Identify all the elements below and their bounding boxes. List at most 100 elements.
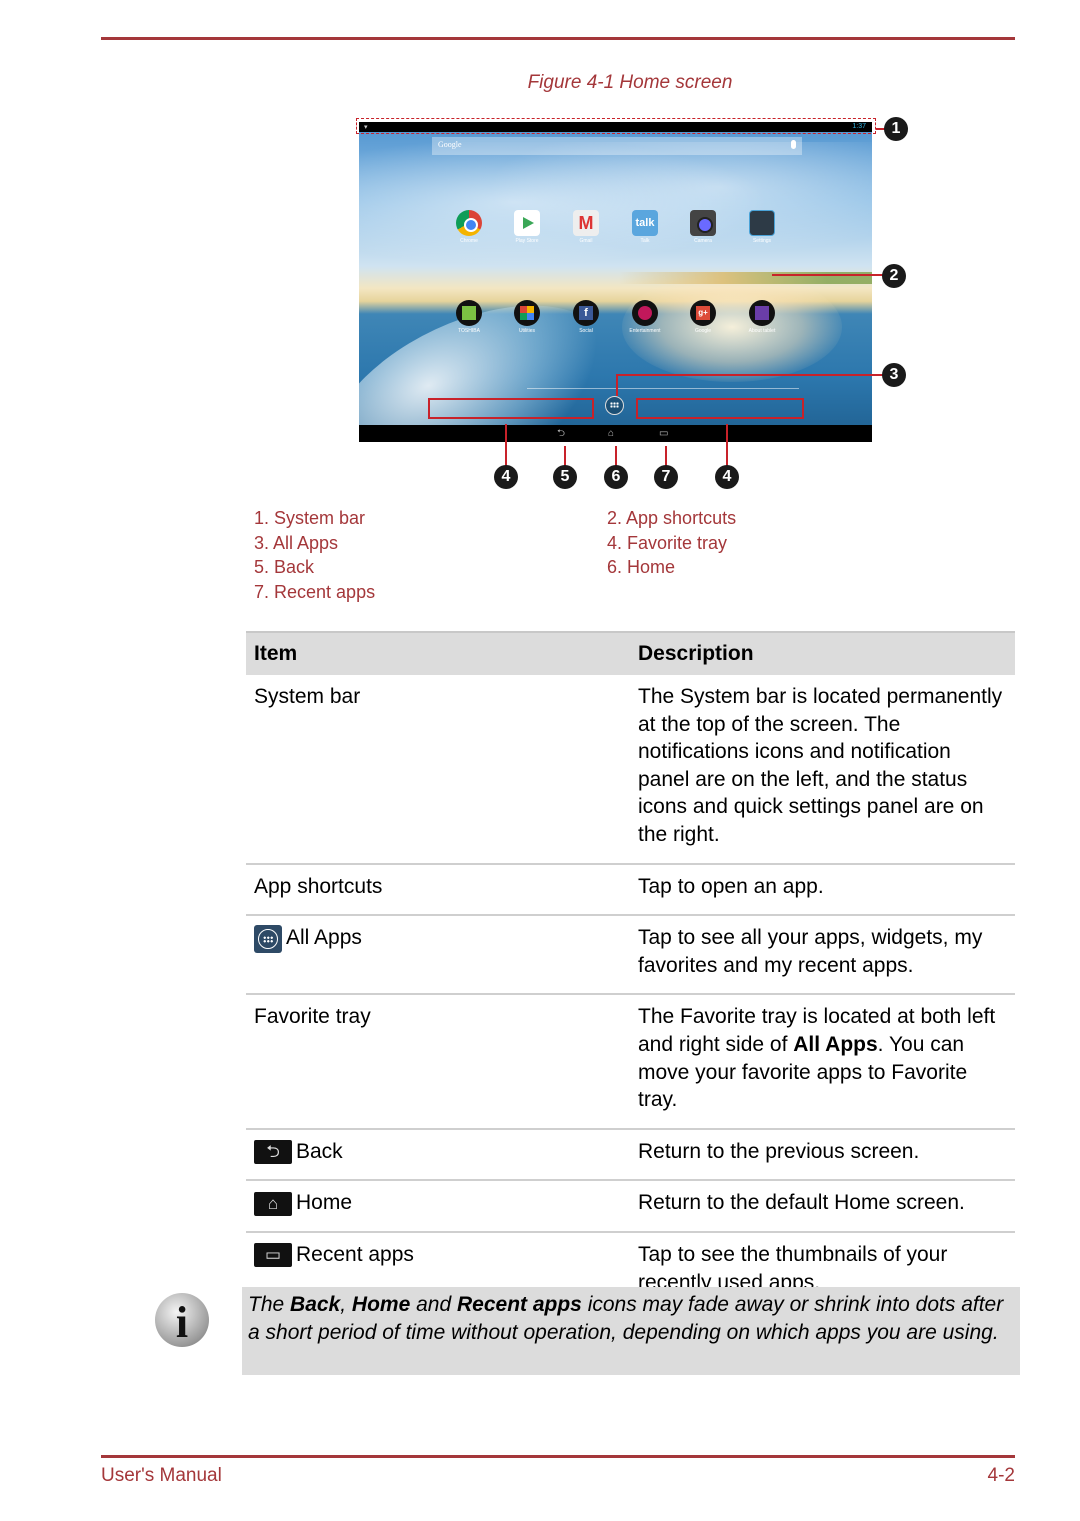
legend-item: 6. Home	[607, 557, 676, 577]
wallpaper-clouds	[359, 142, 872, 292]
item-cell: Favorite tray	[246, 994, 630, 1130]
desc-cell: Return to the previous screen.	[630, 1128, 1015, 1182]
item-cell: ⌂ Home	[246, 1180, 630, 1233]
page-number: 4-2	[987, 1465, 1015, 1486]
table-row: App shortcuts Tap to open an app.	[246, 863, 1015, 917]
item-cell: All Apps	[246, 915, 630, 996]
table-row: All Apps Tap to see all your apps, widge…	[246, 915, 1015, 996]
home-icon: ⌂	[254, 1191, 292, 1216]
app-label: TOSHIBA	[458, 328, 480, 334]
table-row: ⌂ Home Return to the default Home screen.	[246, 1180, 1015, 1233]
camera-icon	[690, 210, 716, 236]
app-label: Talk	[640, 238, 650, 244]
folder-google[interactable]: g+ Google	[683, 300, 723, 334]
google-search-bar[interactable]: Google	[432, 137, 802, 155]
settings-icon	[749, 210, 775, 236]
app-gmail[interactable]: M Gmail	[566, 210, 606, 244]
figure-caption: Figure 4-1 Home screen	[527, 72, 733, 93]
callout-1: 1	[884, 117, 908, 141]
table-header-row: Item Description	[246, 631, 1015, 675]
callout-line-4a	[505, 424, 507, 466]
desc-cell: Tap to see all your apps, widgets, my fa…	[630, 915, 1015, 996]
system-bar-highlight	[356, 118, 876, 134]
desc-cell: Return to the default Home screen.	[630, 1180, 1015, 1233]
app-talk[interactable]: talk Talk	[625, 210, 665, 244]
app-label: Chrome	[460, 238, 478, 244]
app-chrome[interactable]: Chrome	[449, 210, 489, 244]
folder-social[interactable]: f Social	[566, 300, 606, 334]
item-label: Recent apps	[296, 1242, 414, 1266]
app-label: Google	[694, 328, 712, 334]
item-cell: ⮌ Back	[246, 1128, 630, 1182]
gmail-icon: M	[573, 210, 599, 236]
app-label: Gmail	[579, 238, 593, 244]
search-label: Google	[438, 140, 462, 149]
callout-line-2	[772, 274, 884, 276]
legend-col-left: 1. System bar 3. All Apps 5. Back 7. Rec…	[254, 506, 375, 604]
back-icon[interactable]: ⮌	[557, 429, 565, 439]
app-label: Settings	[752, 238, 772, 244]
talk-icon: talk	[632, 210, 658, 236]
legend-item: 2. App shortcuts	[607, 508, 737, 528]
all-apps-icon	[254, 924, 282, 953]
app-camera[interactable]: Camera	[683, 210, 723, 244]
all-apps-button[interactable]	[605, 396, 624, 415]
app-play-store[interactable]: Play Store	[507, 210, 547, 244]
app-label: About tablet	[748, 328, 776, 334]
header-description: Description	[630, 631, 1015, 675]
favorite-tray-right-box	[636, 398, 804, 419]
folder-icon: f	[573, 300, 599, 326]
callout-4a: 4	[494, 465, 518, 489]
legend-item: 1. System bar	[254, 508, 366, 528]
mic-icon[interactable]	[791, 140, 796, 149]
dock-divider	[527, 388, 799, 389]
recent-apps-icon[interactable]: ▭	[659, 429, 668, 439]
folder-icon	[632, 300, 658, 326]
desc-cell: The System bar is located permanently at…	[630, 675, 1015, 865]
folder-icon: g+	[690, 300, 716, 326]
home-icon[interactable]: ⌂	[608, 429, 614, 439]
item-label: Back	[296, 1139, 343, 1163]
legend-col-right: 2. App shortcuts 4. Favorite tray 6. Hom…	[607, 506, 736, 580]
app-label: Social	[579, 328, 593, 334]
item-cell: App shortcuts	[246, 863, 630, 917]
folder-icon	[456, 300, 482, 326]
callout-4b: 4	[715, 465, 739, 489]
folder-icon	[514, 300, 540, 326]
footer-rule	[101, 1455, 1015, 1458]
app-label: Utilities	[518, 328, 536, 334]
callout-7: 7	[654, 465, 678, 489]
play-store-icon	[514, 210, 540, 236]
folder-icon	[749, 300, 775, 326]
note-box: The Back, Home and Recent apps icons may…	[242, 1287, 1020, 1375]
folder-about-tablet[interactable]: About tablet	[742, 300, 782, 334]
table-row: ⮌ Back Return to the previous screen.	[246, 1128, 1015, 1182]
callout-2: 2	[882, 264, 906, 288]
callout-line-7	[665, 446, 667, 466]
legend-item: 7. Recent apps	[254, 581, 376, 602]
callout-6: 6	[604, 465, 628, 489]
legend-item: 3. All Apps	[254, 532, 339, 553]
table-row: System bar The System bar is located per…	[246, 675, 1015, 865]
desc-cell: The Favorite tray is located at both lef…	[630, 994, 1015, 1130]
callout-line-3	[616, 374, 884, 376]
folder-utilities[interactable]: Utilities	[507, 300, 547, 334]
app-settings[interactable]: Settings	[742, 210, 782, 244]
callout-5: 5	[553, 465, 577, 489]
back-icon: ⮌	[254, 1140, 292, 1165]
callout-line-5	[564, 446, 566, 466]
item-label: Home	[296, 1191, 353, 1215]
callout-line-3b	[616, 374, 618, 396]
folder-toshiba[interactable]: TOSHIBA	[449, 300, 489, 334]
info-icon: i	[155, 1293, 209, 1347]
item-description-table: Item Description System bar The System b…	[246, 631, 1015, 1313]
legend-item: 4. Favorite tray	[607, 532, 728, 553]
chrome-icon	[456, 210, 482, 236]
recent-apps-icon: ▭	[254, 1243, 292, 1268]
callout-line-4b	[726, 424, 728, 466]
legend-item: 5. Back	[254, 557, 315, 577]
callout-line-6	[615, 446, 617, 466]
item-label: All Apps	[286, 926, 362, 950]
favorite-tray-left-box	[428, 398, 594, 419]
folder-entertainment[interactable]: Entertainment	[625, 300, 665, 334]
